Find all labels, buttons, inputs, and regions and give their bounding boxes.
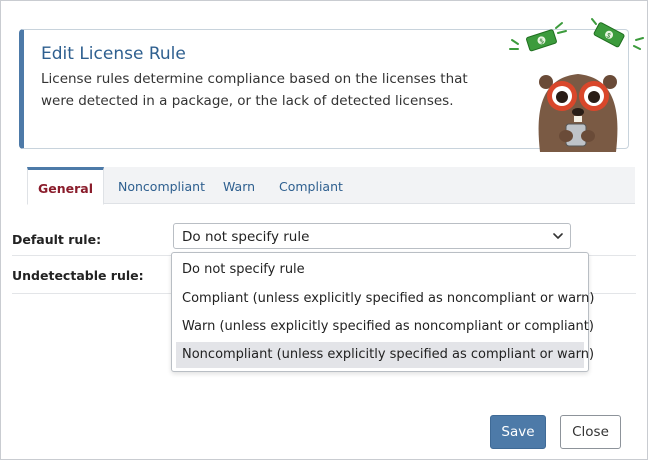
tab-compliant[interactable]: Compliant <box>279 167 343 203</box>
header-card: Edit License Rule License rules determin… <box>19 18 644 152</box>
default-rule-dropdown: Do not specify rule Compliant (unless ex… <box>171 252 594 372</box>
dropdown-option-warn[interactable]: Warn (unless explicitly specified as non… <box>176 314 594 340</box>
tab-general[interactable]: General <box>27 167 104 205</box>
save-button[interactable]: Save <box>490 415 546 449</box>
tab-noncompliant[interactable]: Noncompliant <box>118 167 205 203</box>
default-rule-value: Do not specify rule <box>182 229 310 245</box>
tab-warn[interactable]: Warn <box>223 167 255 203</box>
edit-license-rule-dialog: Edit License Rule License rules determin… <box>0 0 648 460</box>
dropdown-option-compliant[interactable]: Compliant (unless explicitly specified a… <box>176 286 594 312</box>
beaver-mascot-with-money-icon: $ $ <box>509 18 644 152</box>
tab-bar: General Noncompliant Warn Compliant <box>27 167 635 205</box>
default-rule-label: Default rule: <box>12 232 102 247</box>
default-rule-select[interactable]: Do not specify rule <box>173 223 571 249</box>
page-title: Edit License Rule <box>41 44 186 64</box>
chevron-down-icon <box>553 233 563 239</box>
undetectable-rule-label: Undetectable rule: <box>12 268 144 283</box>
dropdown-option-noncompliant[interactable]: Noncompliant (unless explicitly specifie… <box>176 342 594 368</box>
dropdown-option-do-not-specify[interactable]: Do not specify rule <box>176 257 584 283</box>
header-description: License rules determine compliance based… <box>41 71 468 109</box>
close-button[interactable]: Close <box>560 415 621 449</box>
